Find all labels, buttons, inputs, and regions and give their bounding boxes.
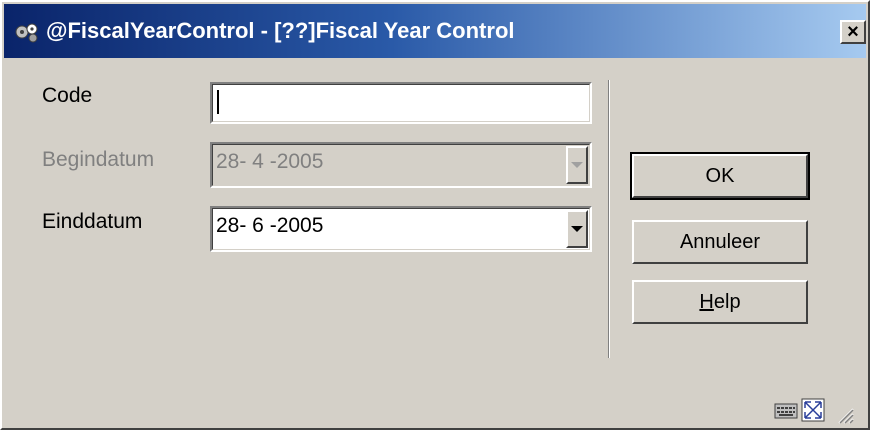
app-gears-icon <box>12 20 42 44</box>
chevron-down-icon <box>571 162 583 168</box>
vertical-separator <box>608 80 610 358</box>
keyboard-icon[interactable] <box>774 402 798 425</box>
title-bar[interactable]: @FiscalYearControl - [??]Fiscal Year Con… <box>4 4 866 58</box>
help-button-label: Help <box>699 290 741 313</box>
text-cursor <box>217 90 219 114</box>
window-title: @FiscalYearControl - [??]Fiscal Year Con… <box>46 18 515 43</box>
annuleer-button[interactable]: Annuleer <box>632 220 808 264</box>
ok-button[interactable]: OK <box>630 152 810 200</box>
dialog-window: @FiscalYearControl - [??]Fiscal Year Con… <box>0 0 870 430</box>
code-input[interactable] <box>210 82 592 124</box>
begindatum-value: 28- 4 -2005 <box>216 150 324 173</box>
size-grip-icon[interactable] <box>834 404 854 429</box>
help-button[interactable]: Help <box>632 280 808 324</box>
code-label: Code <box>42 84 93 107</box>
einddatum-dropdown[interactable]: 28- 6 -2005 <box>210 206 592 252</box>
ok-button-label: OK <box>705 164 735 187</box>
resize-icon[interactable] <box>801 398 825 427</box>
begindatum-label: Begindatum <box>42 148 155 171</box>
begindatum-dropdown[interactable]: 28- 4 -2005 <box>210 142 592 188</box>
status-icons <box>774 396 864 426</box>
begindatum-dropdown-button[interactable] <box>566 146 588 184</box>
einddatum-dropdown-button[interactable] <box>566 210 588 248</box>
close-button[interactable]: × <box>840 20 866 44</box>
annuleer-button-label: Annuleer <box>679 230 761 253</box>
chevron-down-icon <box>571 226 583 232</box>
einddatum-label: Einddatum <box>42 210 143 233</box>
close-icon: × <box>847 21 859 43</box>
einddatum-value: 28- 6 -2005 <box>216 214 324 237</box>
